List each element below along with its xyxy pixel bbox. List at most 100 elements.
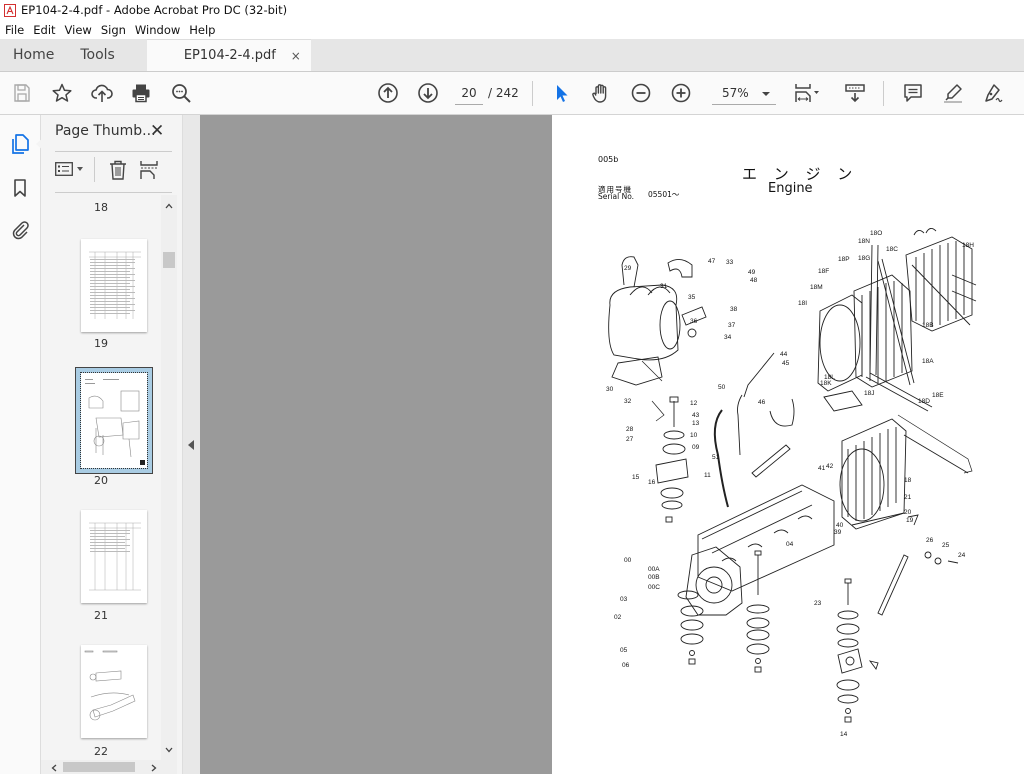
engine-exploded-diagram: 29 31 47 33 4948 35 36 37 38 34 30 32 27 28 12 13 10 09 11… xyxy=(606,228,977,738)
callout-label: 04 xyxy=(786,541,794,548)
callout-label: 00A xyxy=(648,566,660,573)
menu-file[interactable]: File xyxy=(0,23,28,37)
thumbnail-vertical-scrollbar[interactable] xyxy=(161,195,177,760)
upload-cloud-button[interactable] xyxy=(89,80,115,106)
fit-page-button[interactable] xyxy=(790,80,826,106)
menu-edit[interactable]: Edit xyxy=(28,23,59,37)
select-cursor-icon xyxy=(557,85,568,102)
engine-block xyxy=(697,484,835,592)
menu-window[interactable]: Window xyxy=(130,23,184,37)
arrow-down-circle-icon xyxy=(418,83,438,103)
zoom-out-button[interactable] xyxy=(628,80,654,106)
callout-label: 10 xyxy=(690,432,698,439)
callout-label: 51 xyxy=(712,454,720,461)
menu-view[interactable]: View xyxy=(60,23,96,37)
callout-label: 05 xyxy=(620,647,628,654)
scroll-mode-icon xyxy=(845,84,865,103)
sign-button[interactable] xyxy=(980,80,1006,106)
divider xyxy=(55,151,172,152)
page-number-label: 20 xyxy=(94,474,108,487)
delete-page-icon[interactable] xyxy=(109,160,127,180)
zoom-in-button[interactable] xyxy=(668,80,694,106)
callout-label: 18M xyxy=(810,284,823,291)
scroll-down-icon[interactable] xyxy=(165,747,173,753)
callout-label: 18B xyxy=(922,322,934,329)
callout-label: 28 xyxy=(626,426,634,433)
tab-tools[interactable]: Tools xyxy=(67,39,128,71)
thumbnail-horizontal-scrollbar[interactable] xyxy=(41,760,177,774)
previous-page-button[interactable] xyxy=(375,80,401,106)
fit-page-icon xyxy=(795,84,819,102)
callout-label: 38 xyxy=(730,306,738,313)
page-thumbnail-22[interactable] xyxy=(81,645,147,738)
hand-tool-button[interactable] xyxy=(588,80,614,106)
callout-label: 32 xyxy=(624,398,632,405)
scrollbar-thumb[interactable] xyxy=(63,762,135,772)
callout-label: 20 xyxy=(904,509,912,516)
acrobat-icon xyxy=(4,3,16,17)
menu-help[interactable]: Help xyxy=(184,23,219,37)
page-number-label: 22 xyxy=(94,745,108,758)
scroll-left-icon[interactable] xyxy=(51,764,57,772)
tab-home[interactable]: Home xyxy=(0,39,67,71)
menu-sign[interactable]: Sign xyxy=(96,23,130,37)
bookmark-star-button[interactable] xyxy=(49,80,75,106)
callout-label: 18I xyxy=(798,300,807,307)
comment-icon xyxy=(904,84,922,102)
thumbnail-options-button[interactable] xyxy=(55,162,83,176)
scrollbar-thumb[interactable] xyxy=(163,252,175,268)
callout-label: 18P xyxy=(838,256,850,263)
close-tab-button[interactable]: × xyxy=(291,49,301,63)
page-thumbnail-20-selected[interactable] xyxy=(80,372,148,469)
callout-label: 24 xyxy=(958,552,966,559)
callout-label: 34 xyxy=(724,334,732,341)
bookmarks-icon[interactable] xyxy=(9,177,31,199)
callout-label: 18D xyxy=(918,398,930,405)
tab-document[interactable]: EP104-2-4.pdf × xyxy=(146,39,311,71)
callout-label: 03 xyxy=(620,596,628,603)
collapse-left-icon[interactable] xyxy=(188,440,195,450)
pdf-page: 005b エ ン ジ ン Engine 適用号機 Serial No. 0550… xyxy=(552,115,1024,774)
scroll-mode-button[interactable] xyxy=(842,80,868,106)
callout-label: 14 xyxy=(840,731,848,738)
page-thumbnail-19[interactable] xyxy=(81,239,147,332)
callout-label: 30 xyxy=(606,386,614,393)
chevron-down-icon xyxy=(77,167,83,171)
callout-label: 18N xyxy=(858,238,870,245)
thumbnail-engine-diagram-preview xyxy=(85,379,145,465)
zoom-level-dropdown[interactable]: 57% xyxy=(712,83,776,105)
callout-label: 18E xyxy=(932,392,944,399)
callout-label: 37 xyxy=(728,322,736,329)
callout-label: 13 xyxy=(692,420,700,427)
print-button[interactable] xyxy=(128,80,154,106)
document-tab-label: EP104-2-4.pdf xyxy=(183,48,276,63)
scroll-right-icon[interactable] xyxy=(151,764,157,772)
panel-title: Page Thumb... xyxy=(55,123,156,139)
callout-labels: 29 31 47 33 4948 35 36 37 38 34 30 32 27 28 12 13 10 09 11… xyxy=(606,230,974,738)
highlight-button[interactable] xyxy=(940,80,966,106)
search-zoom-icon xyxy=(172,84,191,103)
close-panel-button[interactable]: ✕ xyxy=(150,121,164,141)
callout-label: 18K xyxy=(820,380,832,387)
callout-label: 33 xyxy=(726,259,734,266)
insert-page-icon[interactable] xyxy=(140,160,158,180)
page-number-input[interactable]: 20 xyxy=(455,83,483,105)
scroll-up-icon[interactable] xyxy=(165,203,173,209)
page-thumbnails-icon[interactable] xyxy=(9,133,31,155)
thumbnail-parts-list-preview xyxy=(89,251,141,319)
select-tool-button[interactable] xyxy=(549,80,575,106)
callout-label: 29 xyxy=(624,265,632,272)
muffler-bracket xyxy=(611,356,663,386)
find-button[interactable] xyxy=(168,80,194,106)
comment-button[interactable] xyxy=(900,80,926,106)
save-button[interactable] xyxy=(9,80,35,106)
attachments-icon[interactable] xyxy=(9,218,31,240)
page-thumbnail-21[interactable] xyxy=(81,510,147,603)
window-title-bar: EP104-2-4.pdf - Adobe Acrobat Pro DC (32… xyxy=(0,0,1024,20)
next-page-button[interactable] xyxy=(415,80,441,106)
flywheel-housing xyxy=(685,546,743,616)
document-viewer[interactable]: 005b エ ン ジ ン Engine 適用号機 Serial No. 0550… xyxy=(200,115,1024,774)
panel-collapse-strip[interactable] xyxy=(182,115,200,774)
callout-label: 12 xyxy=(690,400,698,407)
callout-label: 49 xyxy=(748,269,756,276)
